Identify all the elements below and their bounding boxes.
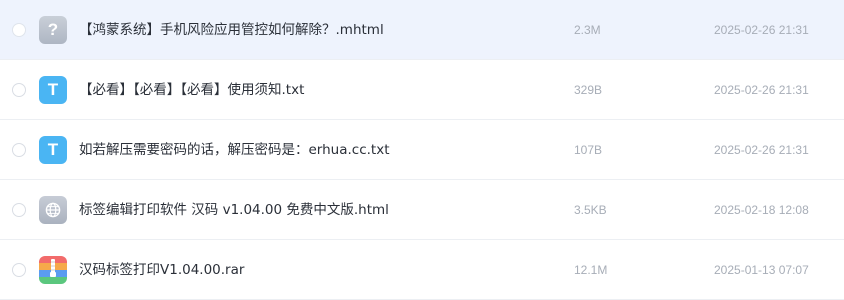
file-size: 329B [574, 83, 603, 97]
file-row[interactable]: 汉码标签打印V1.04.00.rar 12.1M 2025-01-13 07:0… [0, 240, 844, 300]
archive-file-icon [39, 256, 67, 284]
file-list: ? 【鸿蒙系统】手机风险应用管控如何解除？.mhtml 2.3M 2025-02… [0, 0, 844, 300]
file-size: 12.1M [574, 263, 608, 277]
file-row[interactable]: ? 【鸿蒙系统】手机风险应用管控如何解除？.mhtml 2.3M 2025-02… [0, 0, 844, 60]
file-name[interactable]: 【必看】【必看】【必看】使用须知.txt [79, 81, 304, 99]
row-checkbox[interactable] [12, 143, 26, 157]
file-date: 2025-02-18 12:08 [714, 203, 809, 217]
file-date: 2025-01-13 07:07 [714, 263, 809, 277]
file-date: 2025-02-26 21:31 [714, 23, 809, 37]
file-size: 3.5KB [574, 203, 607, 217]
file-row[interactable]: 标签编辑打印软件 汉码 v1.04.00 免费中文版.html 3.5KB 20… [0, 180, 844, 240]
file-size: 2.3M [574, 23, 601, 37]
file-name[interactable]: 如若解压需要密码的话，解压密码是：erhua.cc.txt [79, 141, 390, 159]
file-row[interactable]: T 如若解压需要密码的话，解压密码是：erhua.cc.txt 107B 202… [0, 120, 844, 180]
text-file-icon: T [39, 76, 67, 104]
file-name[interactable]: 汉码标签打印V1.04.00.rar [79, 261, 244, 279]
file-name[interactable]: 标签编辑打印软件 汉码 v1.04.00 免费中文版.html [79, 201, 389, 219]
file-date: 2025-02-26 21:31 [714, 83, 809, 97]
web-file-icon [39, 196, 67, 224]
row-checkbox[interactable] [12, 203, 26, 217]
row-checkbox[interactable] [12, 263, 26, 277]
row-checkbox[interactable] [12, 83, 26, 97]
file-date: 2025-02-26 21:31 [714, 143, 809, 157]
file-row[interactable]: T 【必看】【必看】【必看】使用须知.txt 329B 2025-02-26 2… [0, 60, 844, 120]
file-name[interactable]: 【鸿蒙系统】手机风险应用管控如何解除？.mhtml [79, 21, 384, 39]
unknown-file-icon: ? [39, 16, 67, 44]
row-checkbox[interactable] [12, 23, 26, 37]
file-size: 107B [574, 143, 603, 157]
text-file-icon: T [39, 136, 67, 164]
globe-icon [45, 202, 61, 218]
